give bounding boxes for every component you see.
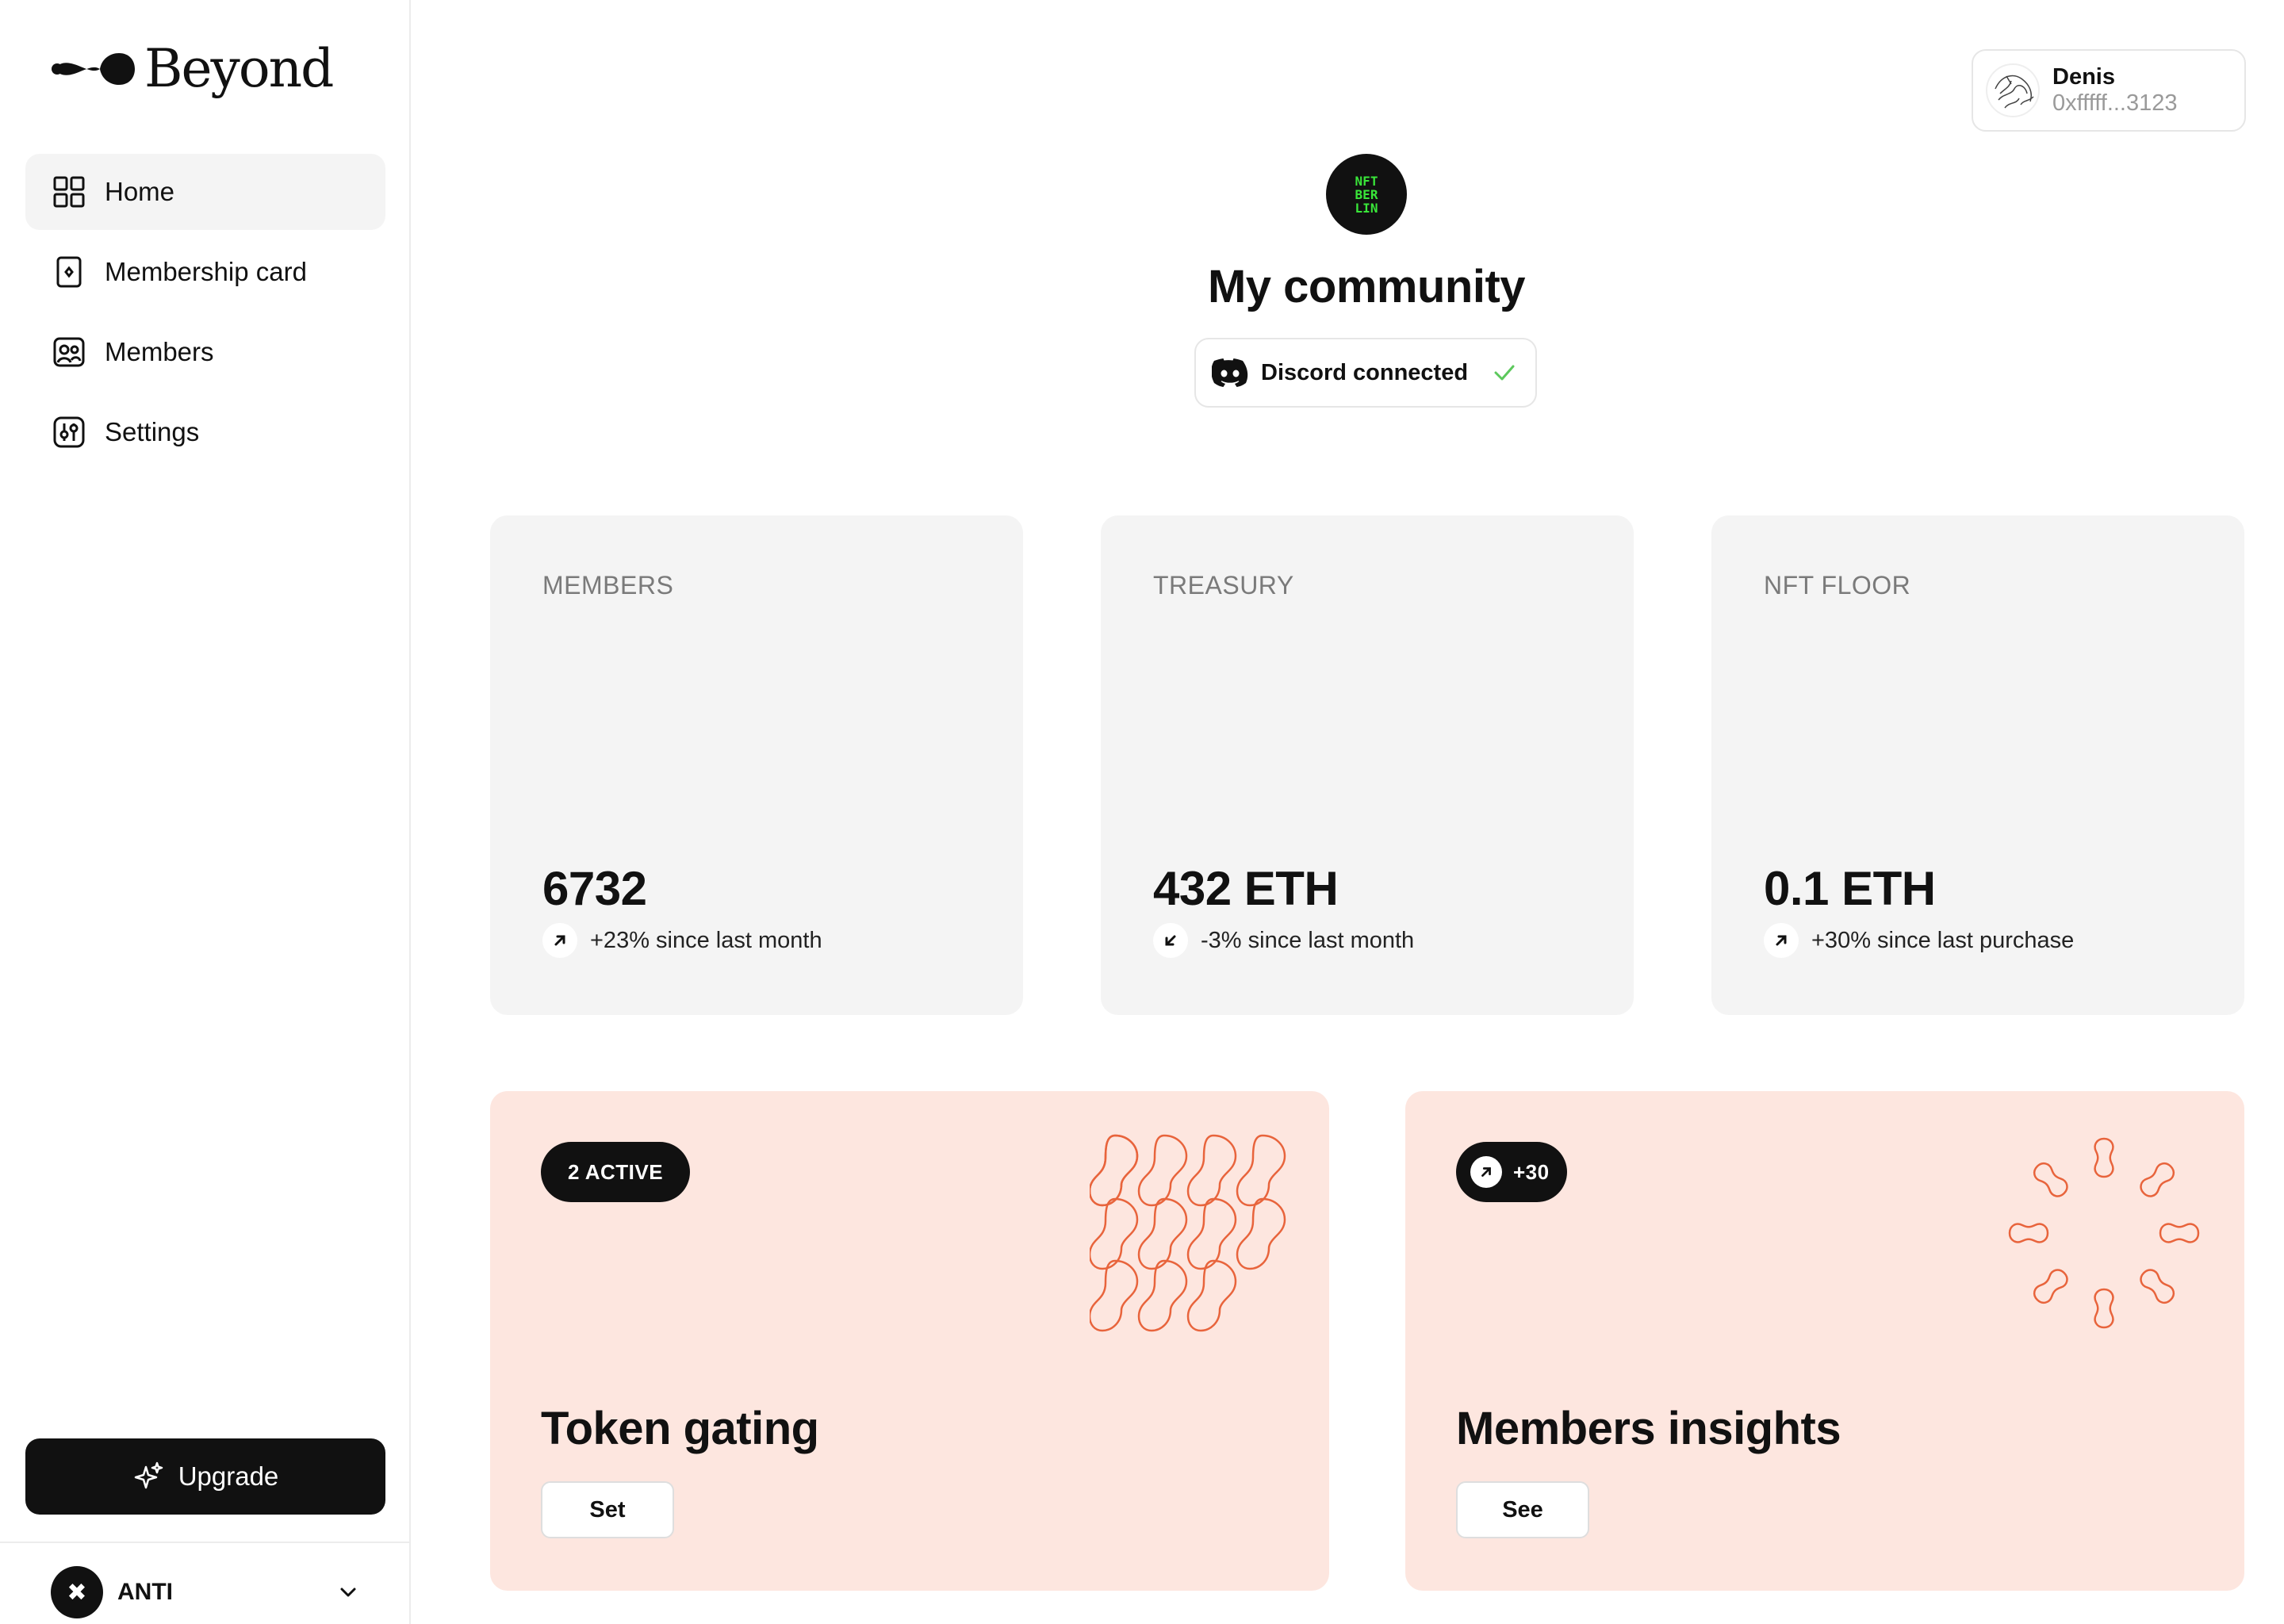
- brand-logo[interactable]: Beyond: [51, 38, 334, 99]
- sidebar-item-label: Members: [105, 337, 214, 366]
- stat-change: +23% since last month: [542, 923, 822, 958]
- sidebar-item-settings[interactable]: Settings: [25, 394, 385, 470]
- stat-change: +30% since last purchase: [1764, 923, 2074, 958]
- radial-pattern-icon: [2008, 1137, 2200, 1329]
- check-icon: [1494, 365, 1515, 381]
- stat-label: NFT FLOOR: [1764, 571, 1911, 599]
- stat-label: TREASURY: [1153, 571, 1294, 599]
- card-icon: [52, 255, 86, 289]
- sidebar-item-label: Membership card: [105, 257, 307, 286]
- stat-change-text: -3% since last month: [1201, 927, 1415, 953]
- arrow-up-right-icon: [1764, 923, 1799, 958]
- stat-card-members: MEMBERS 6732 +23% since last month: [490, 515, 1023, 1015]
- sidebar-item-label: Settings: [105, 417, 200, 446]
- account-avatar: ✖: [51, 1566, 103, 1618]
- user-profile-chip[interactable]: Denis 0xfffff...3123: [1972, 49, 2246, 132]
- sidebar-item-members[interactable]: Members: [25, 314, 385, 390]
- growth-badge: +30: [1456, 1142, 1567, 1202]
- stat-value: 432 ETH: [1153, 862, 1339, 915]
- set-button[interactable]: Set: [541, 1481, 674, 1538]
- feature-title: Members insights: [1456, 1403, 1841, 1454]
- feature-title: Token gating: [541, 1403, 819, 1454]
- discord-icon: [1212, 358, 1248, 387]
- stat-value: 0.1 ETH: [1764, 862, 1936, 915]
- brand-name: Beyond: [144, 38, 334, 99]
- arrow-up-right-icon: [1470, 1156, 1502, 1188]
- stat-label: MEMBERS: [542, 571, 674, 599]
- grid-icon: [52, 175, 86, 209]
- sidebar-item-home[interactable]: Home: [25, 154, 385, 230]
- stat-value: 6732: [542, 862, 647, 915]
- page-title: My community: [1207, 261, 1526, 312]
- sidebar-nav: Home Membership card Members Settings: [25, 154, 385, 474]
- wallet-address: 0xfffff...3123: [2052, 90, 2178, 116]
- account-switcher[interactable]: ✖ ANTI: [51, 1565, 360, 1619]
- discord-status-label: Discord connected: [1261, 359, 1469, 385]
- wave-pattern-icon: [1090, 1134, 1286, 1332]
- stat-change-text: +23% since last month: [590, 927, 822, 953]
- arrow-down-left-icon: [1153, 923, 1188, 958]
- upgrade-label: Upgrade: [178, 1461, 279, 1491]
- user-name: Denis: [2052, 63, 2115, 90]
- members-icon: [52, 335, 86, 369]
- arrow-up-right-icon: [542, 923, 577, 958]
- settings-icon: [52, 416, 86, 449]
- community-logo: NFT BER LIN: [1326, 154, 1407, 235]
- active-count-badge: 2 ACTIVE: [541, 1142, 691, 1202]
- stat-card-treasury: TREASURY 432 ETH -3% since last month: [1101, 515, 1634, 1015]
- sparkle-icon: [134, 1461, 163, 1489]
- stat-card-nft-floor: NFT FLOOR 0.1 ETH +30% since last purcha…: [1711, 515, 2244, 1015]
- feature-card-members-insights: +30 Members insights See: [1405, 1091, 2244, 1591]
- upgrade-button[interactable]: Upgrade: [25, 1438, 385, 1515]
- see-button[interactable]: See: [1456, 1481, 1589, 1538]
- sidebar-item-membership-card[interactable]: Membership card: [25, 234, 385, 310]
- sidebar-item-label: Home: [105, 177, 175, 206]
- feature-card-token-gating: 2 ACTIVE Token gating Set: [490, 1091, 1329, 1591]
- chevron-down-icon: [340, 1588, 356, 1597]
- nft-berlin-logo-icon: NFT BER LIN: [1355, 174, 1378, 216]
- user-avatar: [1986, 63, 2040, 117]
- sidebar: Beyond Home Membership card Members Sett…: [0, 0, 411, 1624]
- beyond-logo-icon: [52, 53, 135, 85]
- stat-change: -3% since last month: [1153, 923, 1414, 958]
- stat-change-text: +30% since last purchase: [1811, 927, 2075, 953]
- growth-badge-label: +30: [1513, 1159, 1550, 1184]
- divider: [0, 1542, 411, 1543]
- discord-status-badge[interactable]: Discord connected: [1194, 338, 1537, 408]
- svg-text:LIN: LIN: [1355, 201, 1378, 216]
- account-name: ANTI: [117, 1579, 173, 1605]
